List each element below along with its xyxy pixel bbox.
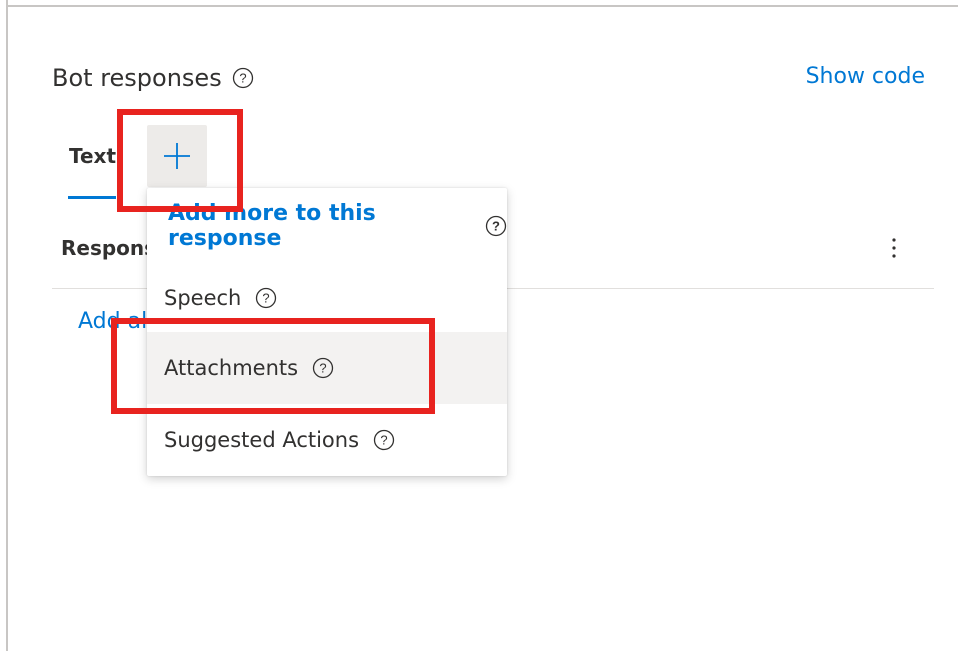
- help-icon[interactable]: ?: [485, 215, 507, 237]
- menu-item-label: Suggested Actions: [164, 428, 360, 452]
- show-code-link[interactable]: Show code: [806, 64, 925, 89]
- help-icon[interactable]: ?: [232, 67, 254, 89]
- dropdown-header: Add more to this response ?: [168, 201, 507, 251]
- annotation-highlight-attachments: [111, 318, 435, 414]
- bot-responses-heading: Bot responses ?: [52, 62, 254, 94]
- help-icon[interactable]: ?: [255, 287, 277, 309]
- annotation-highlight-add-button: [117, 109, 243, 212]
- panel-top-border: [6, 5, 958, 7]
- help-icon[interactable]: ?: [373, 429, 395, 451]
- menu-item-suggested-actions[interactable]: Suggested Actions ?: [147, 404, 507, 476]
- menu-item-label: Speech: [164, 286, 242, 310]
- svg-text:?: ?: [239, 71, 246, 86]
- more-options-icon[interactable]: [887, 235, 901, 263]
- svg-text:?: ?: [492, 219, 500, 234]
- svg-text:?: ?: [380, 433, 387, 448]
- panel-left-border: [6, 0, 8, 651]
- responses-column-title: Respons: [61, 236, 157, 260]
- tab-text[interactable]: Text: [69, 144, 116, 168]
- tab-active-indicator: [68, 196, 116, 199]
- bot-responses-title: Bot responses: [52, 64, 222, 92]
- svg-text:?: ?: [263, 291, 270, 306]
